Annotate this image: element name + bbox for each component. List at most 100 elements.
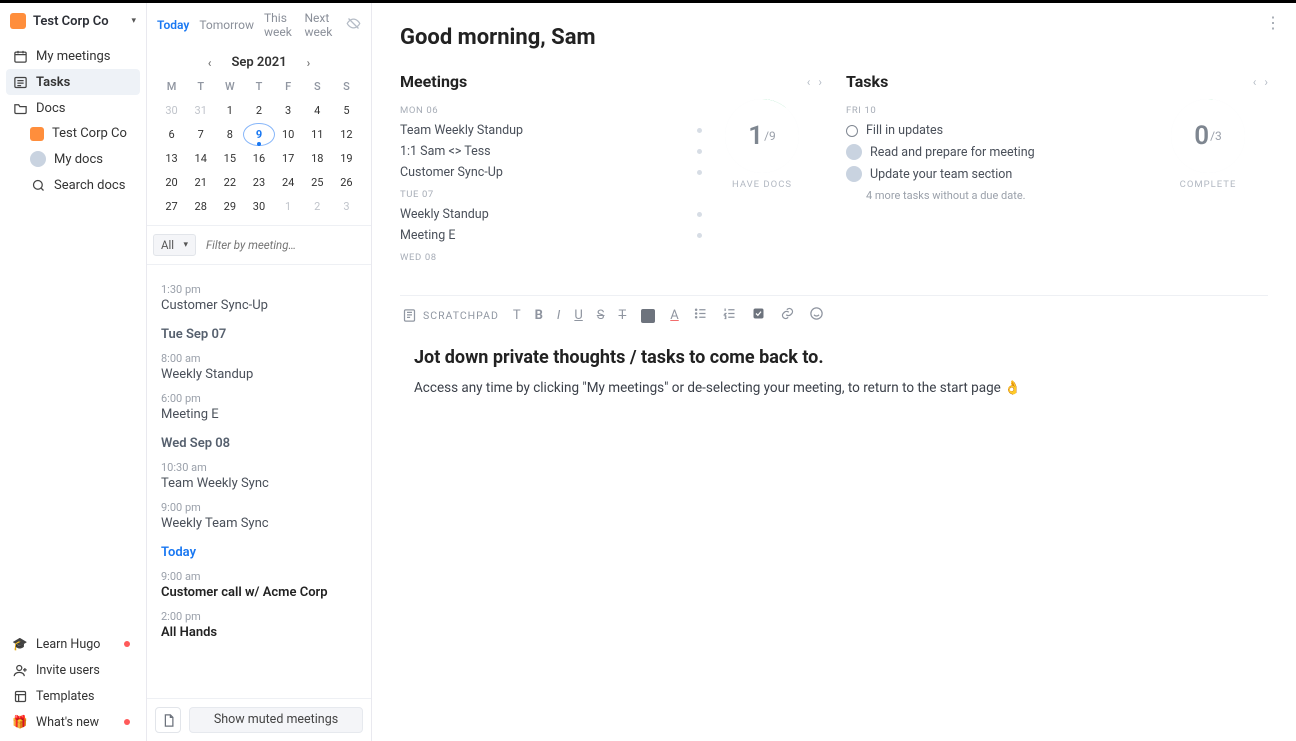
footer-learn[interactable]: 🎓 Learn Hugo (6, 631, 140, 657)
cal-cell[interactable]: 4 (303, 100, 332, 121)
tb-bullet-list[interactable] (693, 306, 708, 325)
tb-text-color[interactable]: A (670, 308, 678, 323)
cal-cell[interactable]: 23 (244, 172, 273, 193)
visibility-icon[interactable] (346, 16, 361, 34)
event-item[interactable]: Meeting E (161, 407, 357, 422)
cal-cell[interactable]: 6 (157, 124, 186, 145)
event-item[interactable]: Customer call w/ Acme Corp (161, 585, 357, 600)
event-time: 6:00 pm (161, 392, 357, 405)
docs-workspace[interactable]: Test Corp Co (24, 121, 140, 146)
cal-cell[interactable]: 25 (303, 172, 332, 193)
cal-cell[interactable]: 8 (215, 124, 244, 145)
nav-docs[interactable]: Docs (6, 95, 140, 121)
cal-cell[interactable]: 17 (274, 148, 303, 169)
cal-cell[interactable]: 2 (244, 100, 273, 121)
scratchpad-heading[interactable]: Jot down private thoughts / tasks to com… (414, 347, 1268, 368)
cal-cell[interactable]: 20 (157, 172, 186, 193)
tb-clear-format[interactable]: T (619, 308, 627, 323)
cal-next[interactable]: › (307, 56, 311, 70)
tb-strike[interactable]: S (597, 308, 605, 323)
meetings-prev[interactable]: ‹ (807, 75, 811, 89)
cal-cell[interactable]: 30 (244, 196, 273, 217)
filter-select[interactable]: All ▾ (153, 234, 196, 256)
tab-tomorrow[interactable]: Tomorrow (199, 18, 254, 32)
tb-bold[interactable]: B (535, 308, 543, 323)
cal-cell[interactable]: 28 (186, 196, 215, 217)
footer-whatsnew[interactable]: 🎁 What's new (6, 709, 140, 735)
cal-cell[interactable]: 5 (332, 100, 361, 121)
event-item[interactable]: Weekly Standup (161, 367, 357, 382)
tb-checkbox[interactable] (751, 306, 766, 325)
cal-cell[interactable]: 3 (274, 100, 303, 121)
footer-templates[interactable]: Templates (6, 683, 140, 709)
cal-cell[interactable]: 16 (244, 148, 273, 169)
graduation-icon: 🎓 (12, 636, 28, 652)
task-row[interactable]: Update your team section (846, 163, 1148, 185)
nav-label: Learn Hugo (36, 637, 100, 652)
meeting-row[interactable]: Meeting E (400, 225, 702, 246)
cal-cell[interactable]: 3 (332, 196, 361, 217)
tasks-next[interactable]: › (1264, 75, 1268, 89)
tab-today[interactable]: Today (157, 18, 189, 32)
event-item[interactable]: All Hands (161, 625, 357, 640)
task-checkbox-icon[interactable] (846, 125, 858, 137)
docs-mine[interactable]: My docs (24, 146, 140, 172)
cal-cell[interactable]: 13 (157, 148, 186, 169)
meeting-row[interactable]: 1:1 Sam <> Tess (400, 141, 702, 162)
tasks-prev[interactable]: ‹ (1253, 75, 1257, 89)
task-row[interactable]: Fill in updates (846, 120, 1148, 141)
cal-cell[interactable]: 18 (303, 148, 332, 169)
tb-emoji[interactable] (809, 306, 824, 325)
nav-label: What's new (36, 715, 99, 730)
cal-cell[interactable]: 12 (332, 124, 361, 145)
cal-cell[interactable]: 24 (274, 172, 303, 193)
cal-cell[interactable]: 31 (186, 100, 215, 121)
more-menu[interactable]: ⋮ (1265, 13, 1282, 32)
cal-cell[interactable]: 1 (215, 100, 244, 121)
tb-italic[interactable]: I (557, 308, 560, 323)
tb-number-list[interactable] (722, 306, 737, 325)
scratchpad-body[interactable]: Access any time by clicking "My meetings… (414, 380, 1268, 396)
doc-icon-button[interactable] (155, 707, 181, 733)
tb-underline[interactable]: U (574, 308, 582, 323)
cal-cell[interactable]: 1 (274, 196, 303, 217)
filter-input[interactable] (202, 234, 365, 256)
cal-cell[interactable]: 9 (244, 124, 273, 145)
cal-cell[interactable]: 30 (157, 100, 186, 121)
meeting-row[interactable]: Weekly Standup (400, 204, 702, 225)
cal-cell[interactable]: 14 (186, 148, 215, 169)
nav-tasks[interactable]: Tasks (6, 69, 140, 95)
cal-cell[interactable]: 15 (215, 148, 244, 169)
cal-cell[interactable]: 29 (215, 196, 244, 217)
workspace-switcher[interactable]: Test Corp Co ▾ (0, 3, 146, 39)
meetings-gauge: 1/9 HAVE DOCS (702, 99, 822, 267)
cal-cell[interactable]: 11 (303, 124, 332, 145)
tb-highlight[interactable] (640, 308, 656, 324)
event-item[interactable]: Team Weekly Sync (161, 476, 357, 491)
nav-my-meetings[interactable]: My meetings (6, 43, 140, 69)
cal-cell[interactable]: 10 (274, 124, 303, 145)
meetings-next[interactable]: › (818, 75, 822, 89)
task-row[interactable]: Read and prepare for meeting (846, 141, 1148, 163)
event-item[interactable]: Customer Sync-Up (161, 298, 357, 313)
meeting-row[interactable]: Customer Sync-Up (400, 162, 702, 183)
cal-cell[interactable]: 22 (215, 172, 244, 193)
nav-label: Tasks (36, 75, 70, 90)
tb-link[interactable] (780, 306, 795, 325)
event-item[interactable]: Weekly Team Sync (161, 516, 357, 531)
cal-cell[interactable]: 7 (186, 124, 215, 145)
footer-invite[interactable]: Invite users (6, 657, 140, 683)
docs-search[interactable]: Search docs (24, 172, 140, 198)
cal-prev[interactable]: ‹ (208, 56, 212, 70)
show-muted-button[interactable]: Show muted meetings (189, 707, 363, 733)
meeting-row[interactable]: Team Weekly Standup (400, 120, 702, 141)
tb-text-style[interactable]: T (513, 308, 521, 323)
cal-cell[interactable]: 19 (332, 148, 361, 169)
cal-cell[interactable]: 2 (303, 196, 332, 217)
tab-next-week[interactable]: Next week (304, 11, 336, 39)
cal-cell[interactable]: 21 (186, 172, 215, 193)
event-list[interactable]: 1:30 pmCustomer Sync-UpTue Sep 078:00 am… (147, 265, 371, 698)
tab-this-week[interactable]: This week (264, 11, 294, 39)
cal-cell[interactable]: 27 (157, 196, 186, 217)
cal-cell[interactable]: 26 (332, 172, 361, 193)
